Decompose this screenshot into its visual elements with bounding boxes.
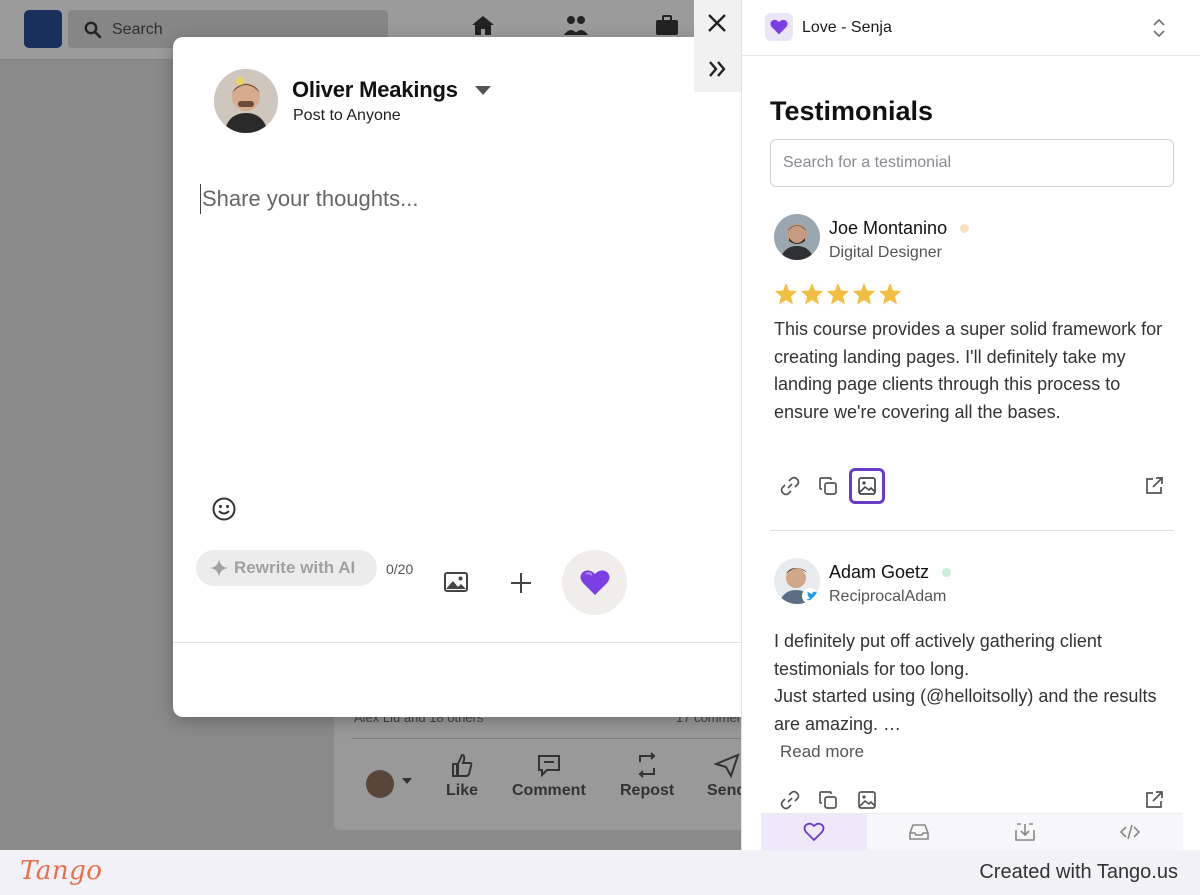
app-logo[interactable] <box>24 10 62 48</box>
post-composer-modal: Oliver Meakings Post to Anyone Rewrite w… <box>173 37 753 717</box>
char-counter: 0/20 <box>386 561 414 577</box>
like-button[interactable]: Like <box>446 752 478 800</box>
testimonial-card: Joe Montanino Digital Designer This cour… <box>770 214 1174 514</box>
avatar[interactable] <box>366 770 394 798</box>
search-placeholder: Search <box>112 21 163 38</box>
chevron-up-down-icon[interactable] <box>1150 17 1168 39</box>
download-icon <box>1014 823 1035 841</box>
divider <box>770 530 1174 531</box>
copy-icon <box>819 477 837 495</box>
testimonial-paragraph: Just started using (@helloitsolly) and t… <box>774 686 1157 734</box>
send-label: Send <box>707 782 741 799</box>
thumbs-up-icon <box>452 753 473 777</box>
star-icon <box>853 283 875 305</box>
screen: { "background": { "search_placeholder": … <box>0 0 1200 895</box>
repost-button[interactable]: Repost <box>620 752 674 800</box>
inbox-icon <box>909 824 930 840</box>
rewrite-label: Rewrite with AI <box>234 558 356 577</box>
testimonial-author-title: Digital Designer <box>829 244 942 261</box>
code-icon <box>1120 824 1141 840</box>
external-link-icon <box>1146 791 1163 808</box>
plus-icon[interactable] <box>508 570 534 596</box>
author-name[interactable]: Oliver Meakings <box>292 77 458 103</box>
senja-extension-button[interactable] <box>562 550 627 615</box>
testimonial-text: This course provides a super solid frame… <box>774 316 1170 426</box>
testimonial-author-name: Adam Goetz <box>829 562 930 582</box>
senja-side-panel: Love - Senja Testimonials Joe Montanino … <box>741 0 1200 850</box>
star-icon <box>827 283 849 305</box>
home-icon[interactable] <box>470 14 496 36</box>
tab-inbox[interactable] <box>867 814 973 850</box>
avatar <box>774 214 820 260</box>
heart-icon <box>580 570 609 595</box>
jobs-icon[interactable] <box>654 14 680 36</box>
avatar <box>774 558 820 604</box>
external-link-icon <box>1146 477 1163 494</box>
insert-image-button[interactable] <box>849 468 885 504</box>
smiley-icon[interactable] <box>211 496 237 522</box>
twitter-icon <box>802 588 818 604</box>
copy-text-button[interactable] <box>810 468 846 504</box>
project-logo <box>765 13 793 41</box>
comment-label: Comment <box>512 782 586 799</box>
tab-import[interactable] <box>972 814 1078 850</box>
rewrite-with-ai-button[interactable]: Rewrite with AI <box>196 550 377 586</box>
send-button[interactable]: Send <box>707 752 741 800</box>
heart-icon <box>803 822 825 842</box>
heart-icon <box>770 19 788 35</box>
tango-logo: Tango <box>20 856 103 886</box>
testimonial-author-name: Joe Montanino <box>829 218 948 238</box>
comment-button[interactable]: Comment <box>512 752 586 800</box>
chevron-down-icon[interactable] <box>475 86 491 95</box>
chevron-down-icon[interactable] <box>402 778 412 784</box>
tab-testimonials[interactable] <box>761 814 867 850</box>
sparkle-icon <box>210 559 228 577</box>
close-icon[interactable] <box>704 10 730 36</box>
link-icon <box>780 476 800 496</box>
star-icon <box>879 283 901 305</box>
network-icon[interactable] <box>563 14 589 36</box>
open-external-button[interactable] <box>1136 468 1172 504</box>
star-icon <box>775 283 797 305</box>
testimonial-paragraph: This course provides a super solid frame… <box>774 319 1163 422</box>
tango-footer: Tango Created with Tango.us <box>0 850 1200 895</box>
author-avatar <box>214 69 278 133</box>
tab-embed[interactable] <box>1078 814 1184 850</box>
testimonial-text: I definitely put off actively gathering … <box>774 628 1170 738</box>
send-icon <box>713 753 740 778</box>
divider <box>173 642 753 643</box>
testimonial-card: Adam Goetz ReciprocalAdam I definitely p… <box>770 558 1174 818</box>
tango-credit: Created with Tango.us <box>979 861 1178 883</box>
testimonial-author-handle: ReciprocalAdam <box>829 588 947 605</box>
like-label: Like <box>446 782 479 799</box>
testimonial-search-input[interactable] <box>770 139 1174 187</box>
post-visibility[interactable]: Post to Anyone <box>293 107 401 125</box>
comment-icon <box>537 755 560 778</box>
testimonial-paragraph: I definitely put off actively gathering … <box>774 631 1102 679</box>
panel-tab-bar <box>761 813 1183 850</box>
image-icon <box>858 477 876 495</box>
double-chevron-right-icon[interactable] <box>704 56 730 82</box>
repost-label: Repost <box>620 782 675 799</box>
search-icon <box>84 21 102 39</box>
project-selector[interactable]: Love - Senja <box>742 0 1200 56</box>
project-name: Love - Senja <box>802 19 892 36</box>
copy-icon <box>819 791 837 809</box>
testimonial-actions <box>774 468 1174 504</box>
star-rating <box>774 282 902 306</box>
status-dot <box>942 568 951 577</box>
copy-link-button[interactable] <box>772 468 808 504</box>
post-text-input[interactable] <box>200 184 720 214</box>
image-icon <box>858 791 876 809</box>
divider <box>352 738 741 739</box>
link-icon <box>780 790 800 810</box>
read-more-link[interactable]: Read more <box>780 742 864 762</box>
status-dot <box>960 224 969 233</box>
star-icon <box>801 283 823 305</box>
repost-icon <box>638 752 656 778</box>
page-title: Testimonials <box>770 96 934 126</box>
image-icon[interactable] <box>443 570 469 594</box>
